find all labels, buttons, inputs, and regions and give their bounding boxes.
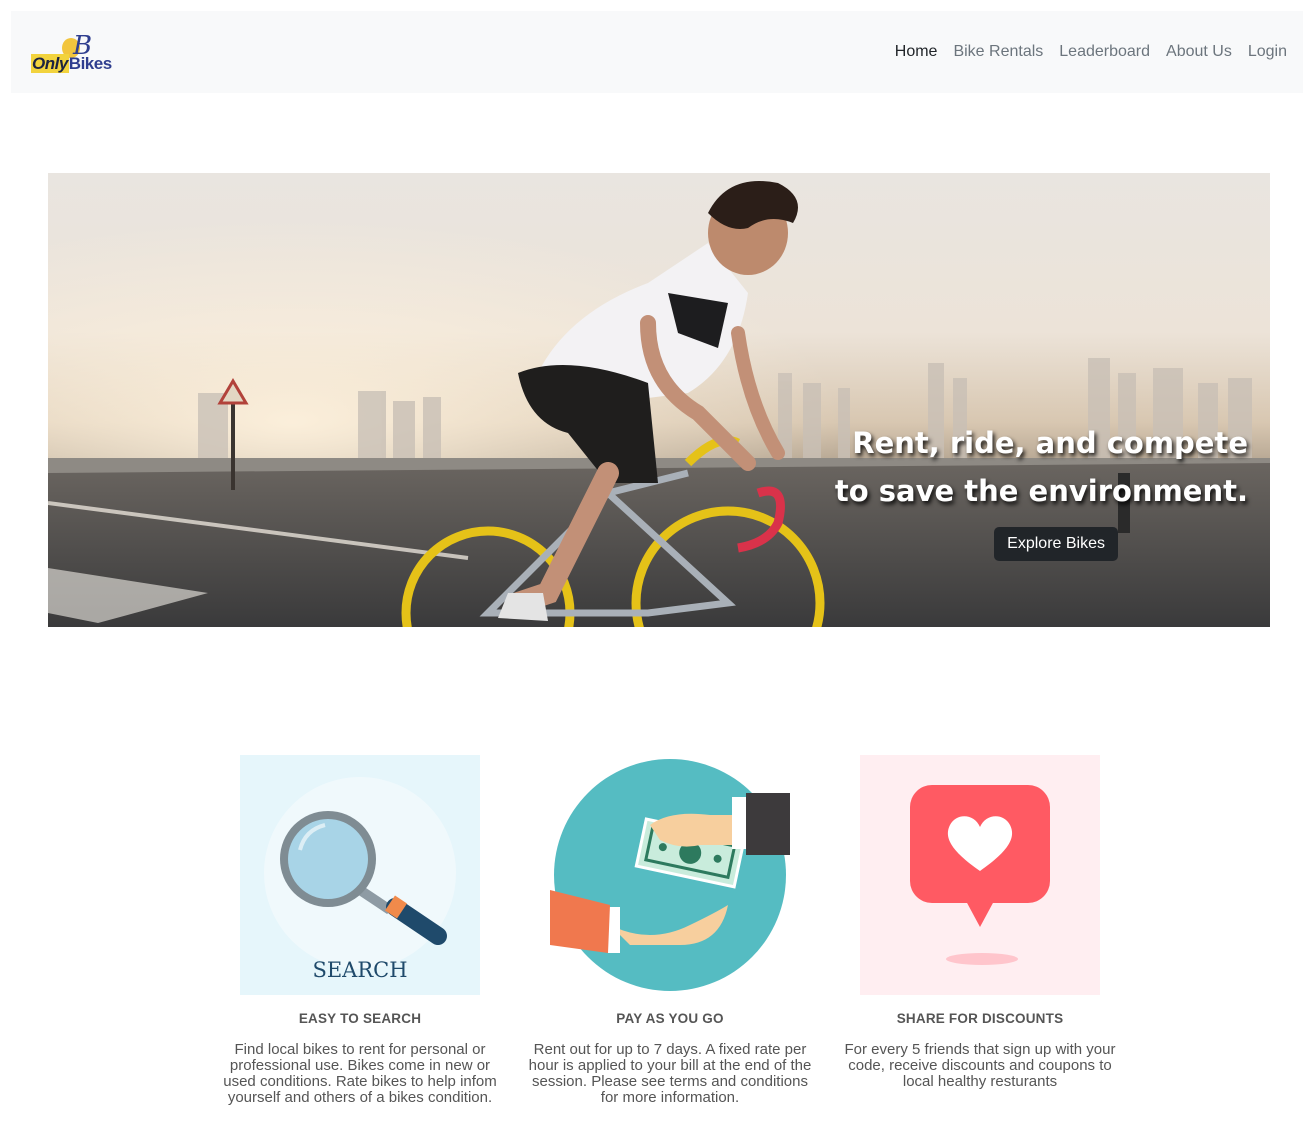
hero-title: Rent, ride, and compete to save the envi… — [828, 419, 1248, 515]
brand-bikes: Bikes — [68, 54, 112, 73]
brand-logo[interactable]: B OnlyBikes — [27, 26, 123, 78]
feature-pay-as-you-go: PAY AS YOU GO Rent out for up to 7 days.… — [520, 755, 820, 1106]
pay-card-image — [550, 755, 795, 995]
feature-title-pay: PAY AS YOU GO — [616, 1011, 724, 1026]
feature-text-search: Find local bikes to rent for personal or… — [223, 1041, 497, 1106]
nav-bike-rentals[interactable]: Bike Rentals — [953, 43, 1043, 60]
nav-links: Home Bike Rentals Leaderboard About Us L… — [895, 43, 1287, 61]
explore-bikes-button[interactable]: Explore Bikes — [994, 527, 1118, 561]
nav-login[interactable]: Login — [1248, 43, 1287, 60]
feature-easy-search: SEARCH EASY TO SEARCH Find local bikes t… — [210, 755, 510, 1106]
navbar: B OnlyBikes Home Bike Rentals Leaderboar… — [11, 11, 1303, 93]
svg-text:SEARCH: SEARCH — [312, 958, 407, 982]
nav-home[interactable]: Home — [895, 43, 938, 60]
nav-about-us[interactable]: About Us — [1166, 43, 1232, 60]
hero-title-line1: Rent, ride, and compete — [852, 426, 1248, 460]
search-card-image: SEARCH — [240, 755, 480, 995]
magnifying-glass-icon: SEARCH — [240, 755, 480, 995]
share-card-image — [860, 755, 1100, 995]
feature-text-share: For every 5 friends that sign up with yo… — [844, 1041, 1116, 1090]
heart-notification-icon — [860, 755, 1100, 995]
nav-leaderboard[interactable]: Leaderboard — [1059, 43, 1150, 60]
hero-banner: Rent, ride, and compete to save the envi… — [48, 173, 1270, 627]
feature-text-pay: Rent out for up to 7 days. A fixed rate … — [528, 1041, 812, 1106]
hero-caption: Rent, ride, and compete to save the envi… — [828, 419, 1248, 561]
feature-title-share: SHARE FOR DISCOUNTS — [896, 1011, 1064, 1026]
hero-title-line2: to save the environment. — [834, 474, 1248, 508]
money-exchange-icon — [550, 759, 795, 991]
brand-only: Only — [31, 54, 69, 73]
feature-title-search: EASY TO SEARCH — [298, 1011, 422, 1026]
feature-share-discounts: SHARE FOR DISCOUNTS For every 5 friends … — [830, 755, 1130, 1090]
